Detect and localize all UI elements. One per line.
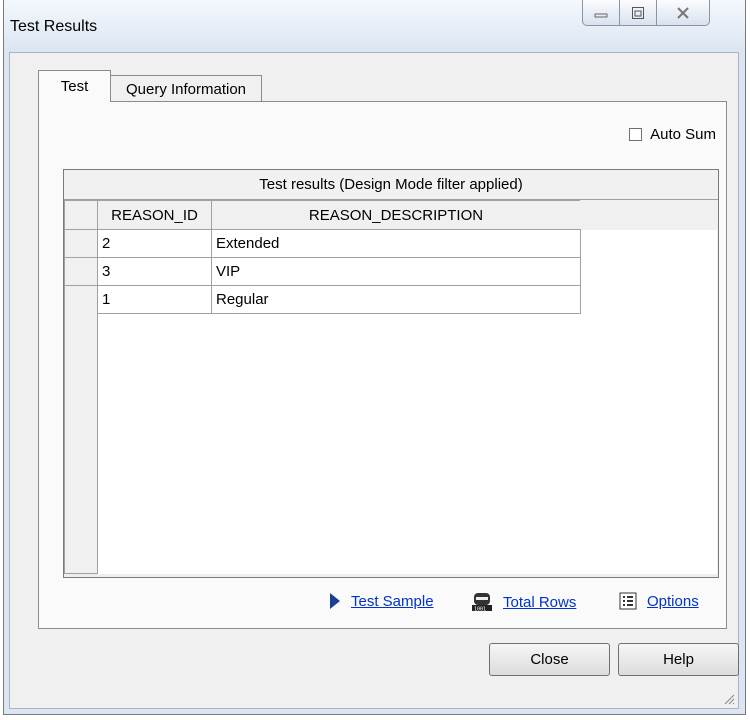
test-sample-label: Test Sample <box>351 592 434 610</box>
column-header-label: REASON_DESCRIPTION <box>308 206 484 224</box>
total-rows-label: Total Rows <box>503 593 577 611</box>
auto-sum-checkbox[interactable]: Auto Sum <box>629 126 716 143</box>
table-cell-reason-id[interactable]: 2 <box>97 229 212 258</box>
header-filler <box>580 200 718 230</box>
test-results-window: Test Results Test Query Information Auto… <box>3 0 746 715</box>
title-bar[interactable]: Test Results <box>4 0 745 52</box>
svg-text:1001: 1001 <box>474 607 486 613</box>
action-bar: Test Sample 1001 Total Rows Options <box>39 592 726 622</box>
auto-sum-label: Auto Sum <box>650 126 716 143</box>
tab-query-information-label: Query Information <box>125 81 247 98</box>
window-title: Test Results <box>10 18 98 35</box>
table-cell-reason-description[interactable]: Regular <box>211 285 581 314</box>
play-arrow-icon <box>330 593 340 609</box>
close-button[interactable]: Close <box>489 643 610 676</box>
cell-value: 3 <box>102 263 111 280</box>
column-header-reason-description[interactable]: REASON_DESCRIPTION <box>211 200 581 230</box>
total-rows-link[interactable]: 1001 Total Rows <box>471 592 576 612</box>
dialog-client-area: Test Query Information Auto Sum Test res… <box>9 52 739 709</box>
test-sample-link[interactable]: Test Sample <box>329 592 434 610</box>
options-list-icon <box>619 592 637 610</box>
window-controls <box>582 0 710 28</box>
maximize-button[interactable] <box>619 0 657 26</box>
options-link[interactable]: Options <box>619 592 699 610</box>
restore-icon <box>632 6 644 19</box>
row-selector[interactable] <box>64 257 98 286</box>
row-counter-icon: 1001 <box>472 593 492 613</box>
minimize-button[interactable] <box>582 0 620 26</box>
options-label: Options <box>647 592 699 610</box>
cell-value: Regular <box>216 291 269 308</box>
row-selector[interactable] <box>64 285 98 314</box>
test-tab-panel: Auto Sum Test results (Design Mode filte… <box>38 101 727 629</box>
grid-caption: Test results (Design Mode filter applied… <box>64 170 718 200</box>
table-cell-reason-description[interactable]: VIP <box>211 257 581 286</box>
grid-caption-text: Test results (Design Mode filter applied… <box>259 176 523 193</box>
table-cell-reason-id[interactable]: 1 <box>97 285 212 314</box>
table-cell-reason-id[interactable]: 3 <box>97 257 212 286</box>
table-cell-reason-description[interactable]: Extended <box>211 229 581 258</box>
column-header-reason-id[interactable]: REASON_ID <box>97 200 212 230</box>
resize-grip-icon[interactable] <box>723 693 735 705</box>
row-selector-empty-column <box>64 313 98 574</box>
window-close-button[interactable] <box>656 0 710 26</box>
cell-value: Extended <box>216 235 280 252</box>
help-button[interactable]: Help <box>618 643 739 676</box>
close-button-label: Close <box>530 651 569 668</box>
results-grid[interactable]: Test results (Design Mode filter applied… <box>63 169 719 578</box>
tab-test-label: Test <box>60 78 89 95</box>
minimize-icon <box>594 13 608 17</box>
tab-test[interactable]: Test <box>38 70 111 102</box>
column-header-label: REASON_ID <box>111 206 198 224</box>
auto-sum-checkbox-box[interactable] <box>629 128 643 141</box>
grid-corner-cell[interactable] <box>64 200 98 230</box>
cell-value: 1 <box>102 291 111 308</box>
close-icon <box>677 6 689 19</box>
cell-value: 2 <box>102 235 111 252</box>
cell-value: VIP <box>216 263 241 280</box>
help-button-label: Help <box>663 651 694 668</box>
row-selector[interactable] <box>64 229 98 258</box>
tab-query-information[interactable]: Query Information <box>110 75 262 103</box>
